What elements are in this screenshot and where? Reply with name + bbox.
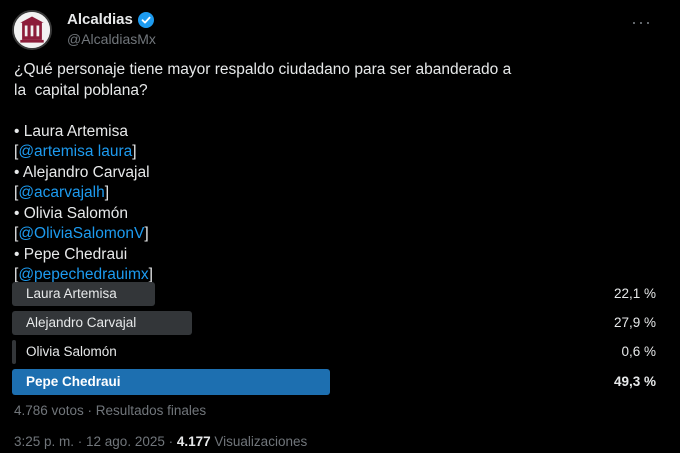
post-timestamp[interactable]: 3:25 p. m. · 12 ago. 2025 · [14, 434, 177, 449]
poll-option-percent: 27,9 % [613, 315, 656, 330]
verified-badge-icon [137, 11, 154, 28]
poll-option[interactable]: Alejandro Carvajal 27,9 % [12, 311, 662, 335]
candidate-name: • Laura Artemisa [14, 122, 128, 140]
bracket-close: ] [132, 143, 137, 160]
poll-option[interactable]: Olivia Salomón 0,6 % [12, 340, 662, 364]
poll: Laura Artemisa 22,1 % Alejandro Carvajal… [12, 282, 662, 400]
bracket-close: ] [104, 184, 110, 201]
poll-option-winner[interactable]: Pepe Chedraui 49,3 % [12, 369, 662, 395]
bracket-close: ] [144, 225, 149, 242]
poll-option-percent: 0,6 % [621, 344, 656, 359]
poll-votes-summary: 4.786 votos · Resultados finales [14, 403, 207, 418]
poll-option-percent: 49,3 % [613, 374, 656, 389]
poll-option-bar [12, 340, 16, 364]
candidate-mention-line: [@artemisa laura] [14, 142, 664, 163]
candidate-mention-line: [@acarvajalh] [14, 183, 664, 204]
poll-option-label: Pepe Chedraui [26, 374, 121, 389]
candidate-name: • Olivia Salomón [14, 204, 128, 222]
author-name-row: Alcaldias [67, 11, 154, 28]
bracket-close: ] [148, 266, 153, 283]
poll-option[interactable]: Laura Artemisa 22,1 % [12, 282, 662, 306]
post-text: ¿Qué personaje tiene mayor respaldo ciud… [14, 60, 664, 286]
question-line-2: la capital poblana? [14, 81, 148, 99]
mention-link[interactable]: @acarvajalh [18, 184, 104, 201]
avatar[interactable] [12, 10, 52, 50]
more-dots-icon[interactable]: ··· [631, 12, 652, 33]
post-meta: 3:25 p. m. · 12 ago. 2025 · 4.177 Visual… [14, 434, 307, 449]
poll-option-label: Laura Artemisa [26, 286, 117, 301]
poll-option-label: Alejandro Carvajal [26, 315, 137, 330]
poll-option-percent: 22,1 % [613, 286, 656, 301]
mention-link[interactable]: @OliviaSalomonV [18, 225, 144, 242]
building-icon [14, 12, 50, 48]
candidate-mention-line: [@OliviaSalomonV] [14, 224, 664, 245]
mention-link[interactable]: @pepechedrauimx [18, 266, 148, 283]
candidate-name: • Pepe Chedraui [14, 245, 128, 263]
author-handle[interactable]: @AlcaldiasMx [67, 31, 156, 47]
candidate-name: • Alejandro Carvajal [14, 163, 150, 181]
views-count: 4.177 [176, 434, 211, 449]
views-label: Visualizaciones [210, 434, 308, 449]
display-name[interactable]: Alcaldias [67, 11, 133, 28]
post-card: Alcaldias @AlcaldiasMx ··· ¿Qué personaj… [0, 0, 680, 453]
mention-link[interactable]: @artemisa laura [18, 143, 132, 160]
poll-option-label: Olivia Salomón [26, 344, 117, 359]
question-line-1: ¿Qué personaje tiene mayor respaldo ciud… [14, 61, 512, 78]
